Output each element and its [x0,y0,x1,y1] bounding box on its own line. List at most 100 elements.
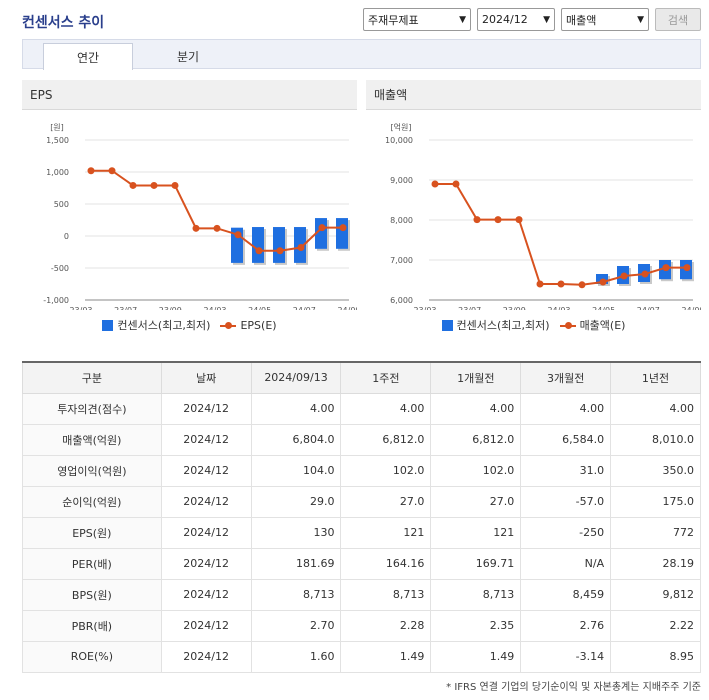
table-cell: 4.00 [340,392,432,425]
tab-annual[interactable]: 연간 [43,43,133,70]
y-tick-label: 0 [64,232,69,241]
table-cell: 9,812 [610,578,701,611]
table-cell: 27.0 [340,485,432,518]
y-tick-label: 1,000 [46,168,69,177]
tab-quarter[interactable]: 분기 [143,43,233,70]
table-cell: 6,584.0 [520,423,612,456]
x-tick-label: 23/09 [159,306,182,310]
data-point [213,224,221,232]
y-tick-label: -500 [51,264,69,273]
legend-item-consensus: 컨센서스(최고,최저) [102,317,210,333]
eps-chart: 1,500 1,000 500 0 -500 -1,000 [원] 23/03 23/07 23/… [43,123,357,310]
table-cell: 6,804.0 [250,423,342,456]
row-label: BPS(원) [22,578,162,611]
column-header: 날짜 [160,361,252,394]
data-point [536,280,544,288]
footnote: * IFRS 연결 기업의 당기순이익 및 자본총계는 지배주주 기준 [446,682,701,693]
table-cell: 1.49 [340,640,432,673]
y-axis-label: [억원] [391,122,412,132]
table-row: BPS(원) 2024/12 8,713 8,713 8,713 8,459 9,812 [22,578,701,611]
data-point [171,181,179,189]
x-tick-label: 23/07 [114,306,137,310]
table-cell: 2024/12 [160,640,252,673]
x-tick-label: 24/09 [337,306,357,310]
data-point [297,244,305,252]
data-point [599,278,607,286]
revenue-chart: 10,000 9,000 8,000 7,000 6,000 [억원] 23/03 23/07… [385,122,701,310]
row-label: 순이익(억원) [22,485,162,518]
line-marker-icon [559,320,576,331]
data-point [234,231,242,239]
table-cell: 2.35 [430,609,522,642]
x-tick-label: 23/03 [413,306,436,310]
legend-label: 컨센서스(최고,최저) [117,319,211,332]
data-point [276,247,284,255]
table-cell: 2024/12 [160,609,252,642]
period-tabs: 연간 분기 [22,39,701,70]
table-row: 매출액(억원) 2024/12 6,804.0 6,812.0 6,812.0 6,584… [22,423,701,456]
data-point [339,224,347,232]
table-cell: 1.60 [250,640,342,673]
chevron-down-icon: ▼ [459,14,466,25]
table-row: PBR(배) 2024/12 2.70 2.28 2.35 2.76 2.22 [22,609,701,642]
table-cell: 1.49 [430,640,522,673]
table-cell: 27.0 [430,485,522,518]
chevron-down-icon: ▼ [637,14,644,25]
y-tick-label: 8,000 [390,216,413,225]
column-header: 1년전 [610,361,701,394]
data-point [87,167,95,175]
legend-item-revenue: 매출액(E) [559,317,625,333]
page-title: 컨센서스 추이 [22,15,105,31]
table-cell: 2.70 [250,609,342,642]
legend-item-eps: EPS(E) [220,319,277,332]
statement-type-value: 주재무제표 [368,13,419,27]
data-point [150,181,158,189]
table-row: 순이익(억원) 2024/12 29.0 27.0 27.0 -57.0 175.0 [22,485,701,518]
data-point [494,216,502,224]
x-tick-label: 24/09 [681,306,701,310]
table-cell: 31.0 [520,454,612,487]
consensus-bar [273,227,285,263]
table-cell: 2024/12 [160,392,252,425]
table-cell: 130 [250,516,342,549]
data-point [255,247,263,255]
y-tick-label: 9,000 [390,176,413,185]
row-label: PBR(배) [22,609,162,642]
table-cell: 8,713 [250,578,342,611]
data-point [662,264,670,272]
statement-type-select[interactable]: 주재무제표 ▼ [363,8,471,31]
data-point [431,180,439,188]
table-cell: 28.19 [610,547,701,580]
table-cell: 29.0 [250,485,342,518]
data-point [108,167,116,175]
row-label: ROE(%) [22,640,162,673]
table-cell: 2024/12 [160,547,252,580]
table-cell: 8,010.0 [610,423,701,456]
x-tick-label: 23/03 [69,306,92,310]
x-tick-label: 24/05 [592,306,615,310]
table-cell: 121 [340,516,432,549]
metric-select[interactable]: 매출액 ▼ [561,8,649,31]
y-tick-label: 500 [54,200,69,209]
table-cell: 2.22 [610,609,701,642]
table-cell: 2024/12 [160,516,252,549]
table-cell: 4.00 [610,392,701,425]
column-header: 2024/09/13 [250,361,342,394]
table-cell: 175.0 [610,485,701,518]
table-cell: 6,812.0 [340,423,432,456]
y-tick-label: 10,000 [385,136,413,145]
table-cell: 169.71 [430,547,522,580]
search-button[interactable]: 검색 [655,8,701,31]
x-tick-label: 24/07 [637,306,660,310]
row-label: 영업이익(억원) [22,454,162,487]
data-point [578,281,586,289]
period-select[interactable]: 2024/12 ▼ [477,8,555,31]
table-cell: 2024/12 [160,454,252,487]
x-tick-label: 23/07 [458,306,481,310]
data-point [557,280,565,288]
revenue-chart-panel: 매출액 10,000 9,000 8,000 7,000 6,000 [억원] 23/03 2… [366,80,701,338]
table-cell: 8,713 [430,578,522,611]
column-header: 1개월전 [430,361,522,394]
table-row: ROE(%) 2024/12 1.60 1.49 1.49 -3.14 8.95 [22,640,701,673]
x-tick-label: 24/03 [547,306,570,310]
